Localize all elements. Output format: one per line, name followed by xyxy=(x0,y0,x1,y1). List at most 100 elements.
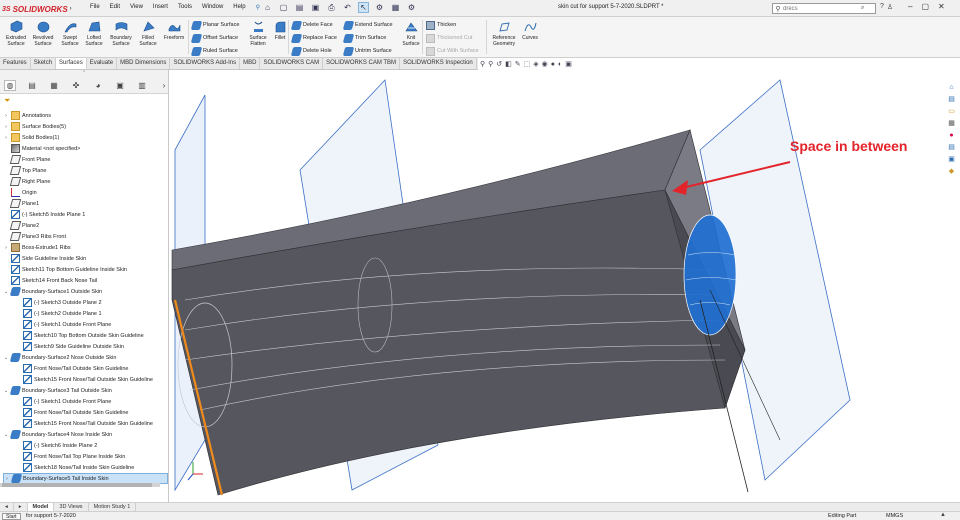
new-document-icon[interactable]: ▢ xyxy=(278,2,289,13)
lofted-surface-button[interactable]: Lofted Surface xyxy=(82,20,106,47)
search-box[interactable]: ⚲ ⌕ xyxy=(772,3,876,14)
model-viewport-svg[interactable] xyxy=(170,70,944,502)
pin-icon[interactable]: ⚲ xyxy=(256,4,260,11)
tab-solidworks-cam-tbm[interactable]: SOLIDWORKS CAM TBM xyxy=(323,58,401,69)
cut-with-surface-button[interactable]: Cut With Surface xyxy=(426,46,479,56)
view-palette-icon[interactable]: ▦ xyxy=(946,118,957,128)
tree-item[interactable]: Front Nose/Tail Outside Skin Guideline xyxy=(15,363,128,374)
untrim-surface-button[interactable]: Untrim Surface xyxy=(342,46,392,56)
view-orientation-icon[interactable]: ⬚ xyxy=(524,60,531,68)
tree-item[interactable]: Material <not specified> xyxy=(3,143,80,154)
tree-item[interactable]: › Surface Bodies(5) xyxy=(3,121,66,132)
tree-item[interactable]: Sketch15 Front Nose/Tail Outside Skin Gu… xyxy=(15,418,153,429)
maximize-icon[interactable]: ▢ xyxy=(921,2,929,11)
planar-surface-button[interactable]: Planar Surface xyxy=(190,20,239,30)
knit-surface-button[interactable]: Knit Surface xyxy=(399,20,423,47)
menu-help[interactable]: Help xyxy=(233,4,245,11)
reference-geometry-button[interactable]: Reference Geometry xyxy=(490,20,518,47)
collapse-arrow-icon[interactable]: ⌄ xyxy=(3,355,9,361)
tree-item[interactable]: Front Nose/Tail Top Plane Inside Skin xyxy=(15,451,125,462)
zoom-to-fit-icon[interactable]: ⚲ xyxy=(480,60,485,68)
graphics-area[interactable]: Space in between xyxy=(170,70,944,502)
options-icon[interactable]: ⚙ xyxy=(406,2,417,13)
tree-item[interactable]: Right Plane xyxy=(3,176,50,187)
search-input[interactable] xyxy=(783,4,861,13)
section-view-icon[interactable]: ◧ xyxy=(505,60,512,68)
home-icon[interactable]: ⌂ xyxy=(262,2,273,13)
zoom-area-icon[interactable]: ⚲ xyxy=(488,60,493,68)
solidworks-resources-icon[interactable]: ⌂ xyxy=(946,82,957,92)
file-properties-icon[interactable]: ▦ xyxy=(390,2,401,13)
file-explorer-icon[interactable]: ▭ xyxy=(946,106,957,116)
rebuild-icon[interactable]: ⚙ xyxy=(374,2,385,13)
display-style-icon[interactable]: ◈ xyxy=(533,60,538,68)
tree-item[interactable]: (-) Sketch6 Inside Plane 2 xyxy=(15,440,97,451)
tree-item[interactable]: (-) Sketch3 Outside Plane 2 xyxy=(15,297,102,308)
previous-view-icon[interactable]: ↺ xyxy=(496,60,502,68)
tree-item[interactable]: Sketch18 Nose/Tail Inside Skin Guideline xyxy=(15,462,134,473)
expand-arrow-icon[interactable]: › xyxy=(4,476,10,482)
tab-features[interactable]: Features xyxy=(0,58,31,69)
expand-menu-icon[interactable]: › xyxy=(70,6,72,12)
horizontal-scrollbar[interactable] xyxy=(0,483,160,487)
tree-item[interactable]: Side Guideline Inside Skin xyxy=(3,253,86,264)
tab-sketch[interactable]: Sketch xyxy=(31,58,57,69)
menu-file[interactable]: File xyxy=(90,4,100,11)
swept-surface-button[interactable]: Swept Surface xyxy=(58,20,82,47)
user-icon[interactable]: ♙ xyxy=(887,3,893,11)
hide-show-items-icon[interactable]: ◉ xyxy=(542,60,548,68)
close-icon[interactable]: ✕ xyxy=(938,2,945,11)
tree-item[interactable]: ⌄ Boundary-Surface2 Nose Outside Skin xyxy=(3,352,116,363)
tab-mbd-dimensions[interactable]: MBD Dimensions xyxy=(117,58,171,69)
menu-edit[interactable]: Edit xyxy=(110,4,120,11)
unit-system[interactable]: MMGS xyxy=(886,513,903,519)
print-icon[interactable]: ⎙ xyxy=(326,2,337,13)
curves-button[interactable]: Curves xyxy=(518,20,542,41)
tree-item[interactable]: (-) Sketch5 Inside Plane 1 xyxy=(3,209,85,220)
search-go-icon[interactable]: ⌕ xyxy=(861,5,864,12)
delete-face-button[interactable]: Delete Face xyxy=(290,20,333,30)
collapse-arrow-icon[interactable]: ⌄ xyxy=(3,289,9,295)
tree-item[interactable]: Plane1 xyxy=(3,198,39,209)
tree-item[interactable]: Origin xyxy=(3,187,37,198)
tree-item[interactable]: (-) Sketch2 Outside Plane 1 xyxy=(15,308,102,319)
menu-window[interactable]: Window xyxy=(202,4,223,11)
thicken-button[interactable]: Thicken xyxy=(426,20,456,30)
tree-item[interactable]: ⌄ Boundary-Surface1 Outside Skin xyxy=(3,286,102,297)
cam-feature-tree-icon[interactable]: ▣ xyxy=(114,80,126,91)
cam-operation-tree-icon[interactable]: ▥ xyxy=(136,80,148,91)
tree-item[interactable]: ⌄ Boundary-Surface3 Tail Outside Skin xyxy=(3,385,112,396)
surface-flatten-button[interactable]: Surface Flatten xyxy=(246,20,270,47)
feature-manager-tree-icon[interactable]: ◍ xyxy=(4,80,16,91)
tree-item[interactable]: Sketch15 Front Nose/Tail Outside Skin Gu… xyxy=(15,374,153,385)
menu-view[interactable]: View xyxy=(130,4,143,11)
view-settings-icon[interactable]: ▣ xyxy=(565,60,572,68)
menu-tools[interactable]: Tools xyxy=(178,4,192,11)
save-icon[interactable]: ▣ xyxy=(310,2,321,13)
ruled-surface-button[interactable]: Ruled Surface xyxy=(190,46,238,56)
appearances-icon[interactable]: ● xyxy=(946,130,957,140)
extruded-surface-button[interactable]: Extruded Surface xyxy=(4,20,28,47)
solidworks-forum-icon[interactable]: ▣ xyxy=(946,154,957,164)
freeform-button[interactable]: Freeform xyxy=(162,20,186,41)
tree-item[interactable]: Front Plane xyxy=(3,154,50,165)
offset-surface-button[interactable]: Offset Surface xyxy=(190,33,238,43)
expand-arrow-icon[interactable]: › xyxy=(3,113,9,119)
add-ins-icon[interactable]: ◆ xyxy=(946,166,957,176)
extend-surface-button[interactable]: Extend Surface xyxy=(342,20,393,30)
expand-arrow-icon[interactable]: › xyxy=(3,135,9,141)
tree-item[interactable]: Sketch11 Top Bottom Guideline Inside Ski… xyxy=(3,264,127,275)
tree-item[interactable]: ⌄ Boundary-Surface4 Nose Inside Skin xyxy=(3,429,112,440)
boundary-surface-button[interactable]: Boundary Surface xyxy=(109,20,133,47)
tree-item[interactable]: Front Nose/Tail Outside Skin Guideline xyxy=(15,407,128,418)
dimxpert-manager-icon[interactable]: ✜ xyxy=(70,80,82,91)
filled-surface-button[interactable]: Filled Surface xyxy=(136,20,160,47)
dynamic-annotation-icon[interactable]: ✎ xyxy=(515,60,521,68)
design-library-icon[interactable]: ▤ xyxy=(946,94,957,104)
collapse-panel-icon[interactable]: ⌃ xyxy=(82,70,86,76)
tree-item[interactable]: Sketch9 Side Guideline Outside Skin xyxy=(15,341,124,352)
tree-item[interactable]: › Boss-Extrude1 Ribs xyxy=(3,242,71,253)
display-manager-icon[interactable]: ◕ xyxy=(92,80,104,91)
custom-properties-icon[interactable]: ▤ xyxy=(946,142,957,152)
tree-item[interactable]: Sketch10 Top Bottom Outside Skin Guideli… xyxy=(15,330,144,341)
